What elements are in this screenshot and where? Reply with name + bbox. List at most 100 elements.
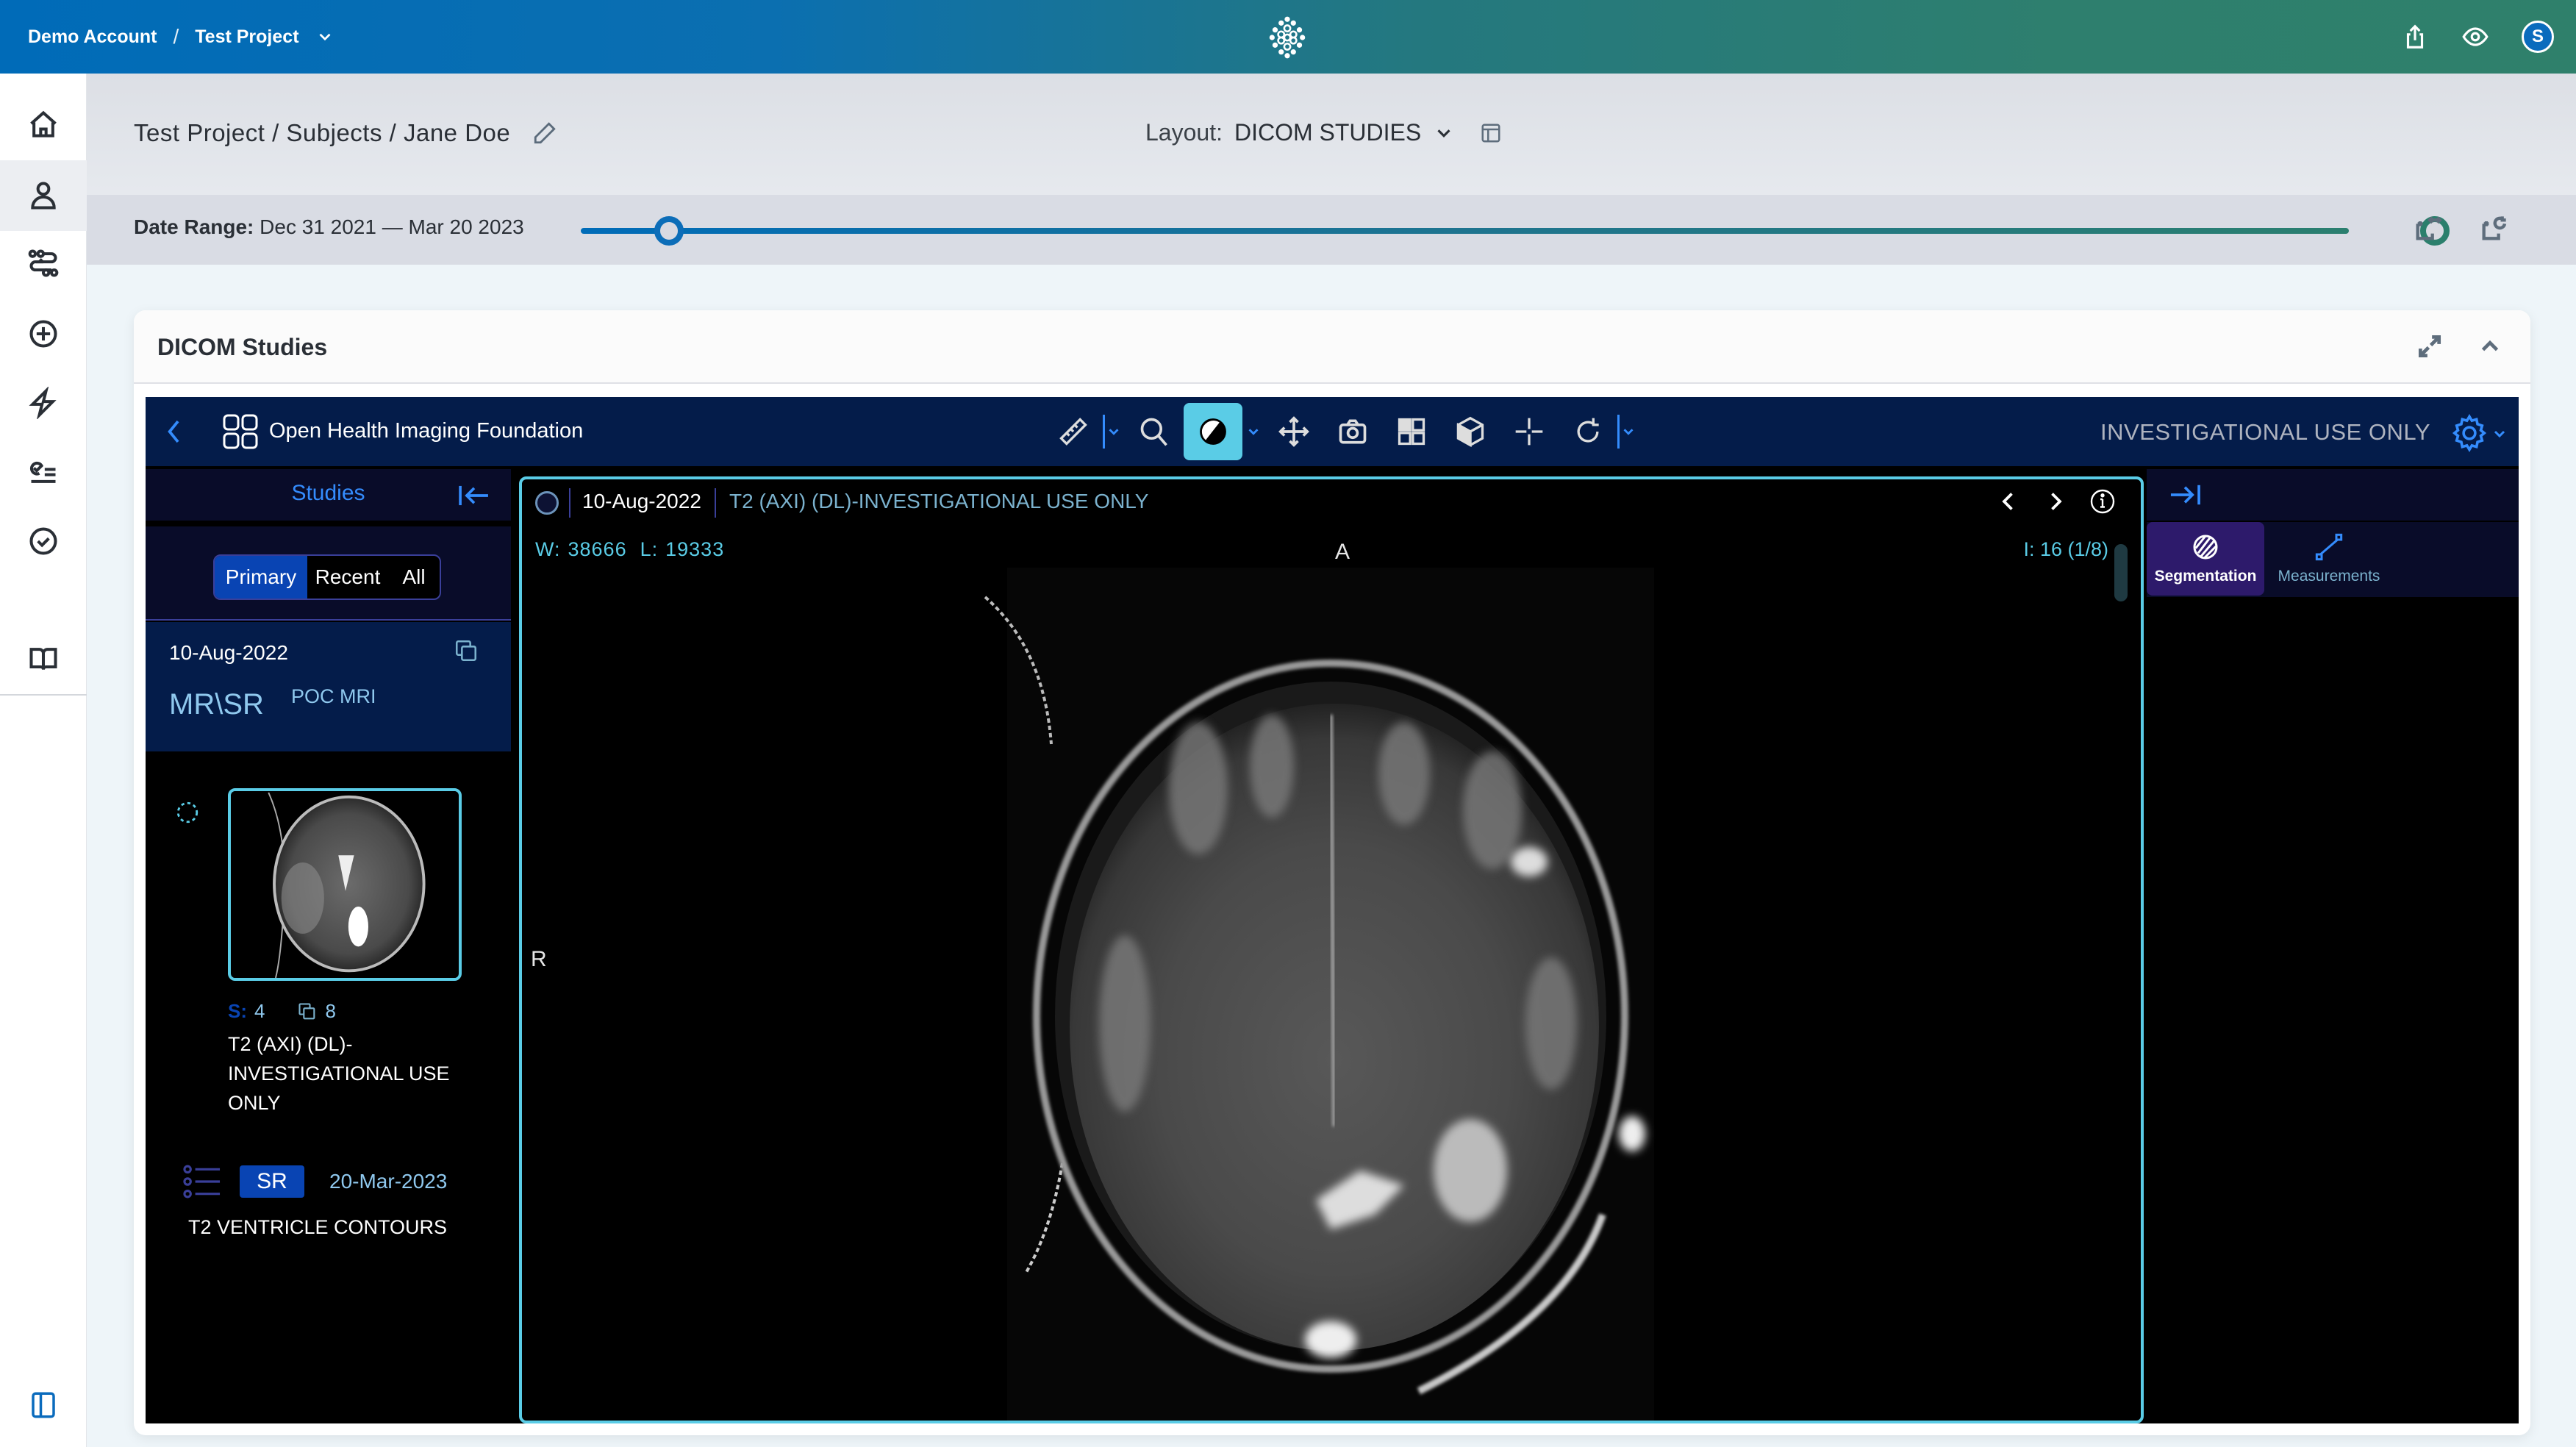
level-label: L: bbox=[640, 538, 659, 560]
tool-group bbox=[1044, 403, 1639, 460]
viewer-toolbar: Open Health Imaging Foundation INVESTIGA… bbox=[146, 397, 2519, 466]
capture-tool-button[interactable] bbox=[1323, 403, 1382, 460]
calendar-reset-icon[interactable] bbox=[2479, 214, 2508, 243]
date-range-value: Dec 31 2021 — Mar 20 2023 bbox=[260, 215, 524, 238]
list-icon bbox=[183, 1165, 221, 1198]
pan-tool-button[interactable] bbox=[1264, 403, 1323, 460]
copy-stack-icon[interactable] bbox=[454, 638, 479, 663]
measure-tool-button[interactable] bbox=[1044, 403, 1103, 460]
sr-date: 20-Mar-2023 bbox=[329, 1170, 448, 1193]
project-selector[interactable]: Test Project bbox=[195, 26, 298, 48]
nav-review[interactable] bbox=[0, 506, 87, 576]
loading-spinner-icon bbox=[176, 801, 198, 823]
filter-recent[interactable]: Recent bbox=[307, 556, 388, 599]
window-level-dropdown[interactable] bbox=[1242, 403, 1264, 460]
date-range-slider-track[interactable] bbox=[581, 228, 2349, 234]
nav-add[interactable] bbox=[0, 299, 87, 369]
chevron-down-icon[interactable] bbox=[2491, 425, 2508, 443]
sidebar-toggle-icon[interactable] bbox=[28, 1390, 59, 1421]
checklist-icon bbox=[29, 461, 56, 483]
zoom-tool-button[interactable] bbox=[1125, 403, 1184, 460]
collapse-left-icon[interactable] bbox=[458, 484, 490, 507]
card-title: DICOM Studies bbox=[157, 334, 328, 360]
3d-view-tool-button[interactable] bbox=[1441, 403, 1500, 460]
collapse-right-icon[interactable] bbox=[2169, 482, 2201, 507]
filter-all[interactable]: All bbox=[388, 556, 440, 599]
cube-icon bbox=[1456, 416, 1484, 448]
more-tools-dropdown[interactable] bbox=[1617, 403, 1639, 460]
tab-segmentation-label: Segmentation bbox=[2154, 568, 2257, 585]
measure-tool-dropdown[interactable] bbox=[1103, 403, 1125, 460]
page-breadcrumb[interactable]: Test Project / Subjects / Jane Doe bbox=[134, 119, 510, 147]
chevron-up-icon[interactable] bbox=[2476, 332, 2504, 360]
image-viewport[interactable]: 10-Aug-2022 T2 (AXI) (DL)-INVESTIGATIONA… bbox=[519, 476, 2144, 1423]
expand-icon[interactable] bbox=[2416, 332, 2444, 360]
eye-icon[interactable] bbox=[2461, 23, 2489, 51]
reset-tool-button[interactable] bbox=[1559, 403, 1617, 460]
tab-measurements[interactable]: Measurements bbox=[2270, 522, 2388, 596]
series-instance-count: 8 bbox=[325, 1000, 336, 1022]
series-description: T2 (AXI) (DL)-INVESTIGATIONAL USE ONLY bbox=[228, 1033, 450, 1114]
layout-selector[interactable]: Layout: DICOM STUDIES bbox=[1145, 119, 1502, 146]
study-item[interactable]: 10-Aug-2022 MR\SR POC MRI bbox=[146, 622, 511, 751]
layout-panel-icon[interactable] bbox=[1480, 122, 1502, 144]
study-description: POC MRI bbox=[291, 685, 376, 707]
back-chevron-icon[interactable] bbox=[163, 418, 185, 446]
user-avatar[interactable]: S bbox=[2522, 21, 2554, 53]
nav-home[interactable] bbox=[0, 90, 87, 160]
viewport-header-divider bbox=[715, 488, 716, 518]
calendar-expand-icon[interactable] bbox=[2413, 214, 2442, 243]
window-level-readout: W: 38666 L: 19333 bbox=[535, 538, 737, 561]
date-range-start-handle[interactable] bbox=[654, 216, 684, 246]
user-icon bbox=[31, 182, 56, 210]
filter-primary[interactable]: Primary bbox=[215, 556, 307, 599]
left-nav bbox=[0, 74, 87, 1447]
sr-modality-badge: SR bbox=[240, 1165, 304, 1198]
home-icon bbox=[30, 110, 57, 137]
chevron-down-icon[interactable] bbox=[1433, 122, 1455, 144]
nav-tasks[interactable] bbox=[0, 437, 87, 507]
layout-tool-button[interactable] bbox=[1382, 403, 1441, 460]
tab-segmentation[interactable]: Segmentation bbox=[2147, 522, 2264, 596]
investigational-use-banner: INVESTIGATIONAL USE ONLY bbox=[2100, 419, 2430, 445]
previous-chevron-icon[interactable] bbox=[1995, 488, 2022, 515]
edit-pencil-icon[interactable] bbox=[532, 121, 557, 146]
date-range-label: Date Range: bbox=[134, 215, 254, 238]
crosshairs-tool-button[interactable] bbox=[1500, 403, 1559, 460]
series-number-label: S: bbox=[228, 1000, 247, 1022]
series-thumbnail[interactable] bbox=[228, 788, 462, 981]
sr-item[interactable]: SR 20-Mar-2023 bbox=[182, 1165, 447, 1198]
studies-panel-title: Studies bbox=[291, 481, 365, 505]
measurement-line-icon bbox=[2315, 533, 2343, 561]
nav-subjects[interactable] bbox=[0, 160, 87, 231]
study-filter-tabs: Primary Recent All bbox=[213, 554, 441, 600]
chevron-down-icon bbox=[1109, 429, 1119, 435]
nav-divider bbox=[0, 694, 87, 696]
study-date: 10-Aug-2022 bbox=[169, 641, 288, 664]
gear-icon[interactable] bbox=[2450, 413, 2489, 453]
layout-label: Layout: bbox=[1145, 119, 1223, 146]
info-icon[interactable] bbox=[2089, 488, 2116, 515]
window-level-tool-button[interactable] bbox=[1184, 403, 1242, 460]
app-logo-icon[interactable] bbox=[1264, 15, 1310, 60]
ohif-logo-icon bbox=[223, 414, 258, 449]
workflow-icon bbox=[28, 249, 59, 277]
rotate-icon bbox=[1577, 418, 1599, 443]
plus-circle-icon bbox=[29, 320, 57, 348]
next-chevron-icon[interactable] bbox=[2042, 488, 2069, 515]
layout-value[interactable]: DICOM STUDIES bbox=[1234, 119, 1421, 146]
nav-docs[interactable] bbox=[0, 624, 87, 694]
nav-workflows[interactable] bbox=[0, 228, 87, 299]
book-icon bbox=[29, 648, 57, 671]
viewport-scrollbar[interactable] bbox=[2114, 544, 2128, 601]
studies-panel-header: Studies bbox=[146, 469, 511, 521]
share-icon[interactable] bbox=[2401, 23, 2429, 51]
date-range-bar: Date Range: Dec 31 2021 — Mar 20 2023 bbox=[87, 195, 2576, 265]
study-modalities: MR\SR bbox=[169, 688, 264, 721]
viewport-series-description: T2 (AXI) (DL)-INVESTIGATIONAL USE ONLY bbox=[729, 490, 1149, 512]
nav-actions[interactable] bbox=[0, 368, 87, 438]
account-link[interactable]: Demo Account bbox=[28, 26, 157, 48]
chevron-down-icon[interactable] bbox=[315, 27, 334, 46]
camera-icon bbox=[1339, 419, 1367, 444]
date-range-text: Date Range: Dec 31 2021 — Mar 20 2023 bbox=[134, 215, 524, 239]
